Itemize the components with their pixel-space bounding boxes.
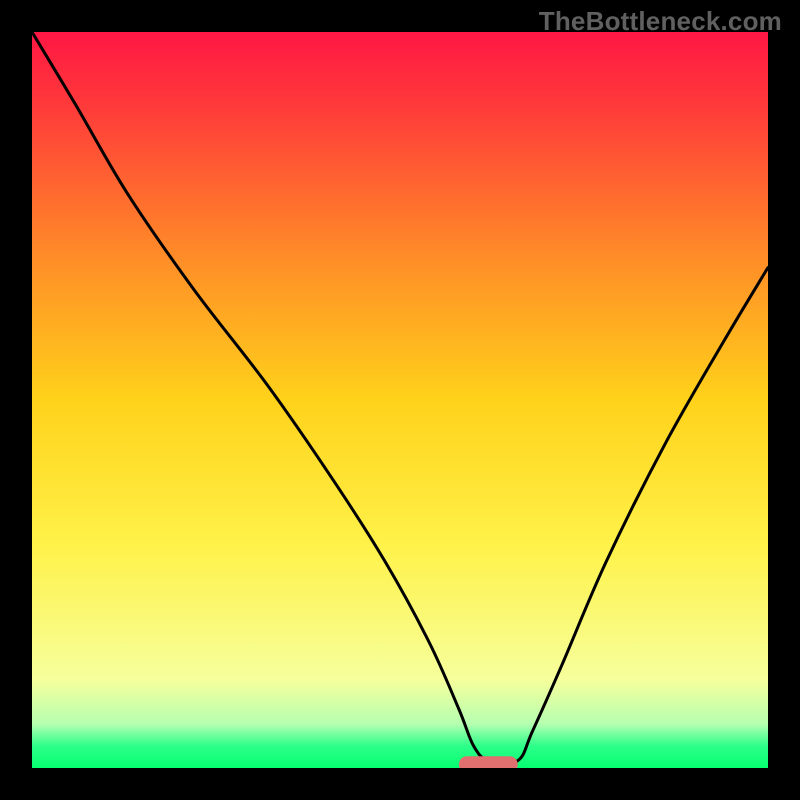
optimal-marker	[459, 756, 518, 768]
plot-area	[32, 32, 768, 768]
bottleneck-chart	[32, 32, 768, 768]
chart-frame: TheBottleneck.com	[0, 0, 800, 800]
gradient-background	[32, 32, 768, 768]
